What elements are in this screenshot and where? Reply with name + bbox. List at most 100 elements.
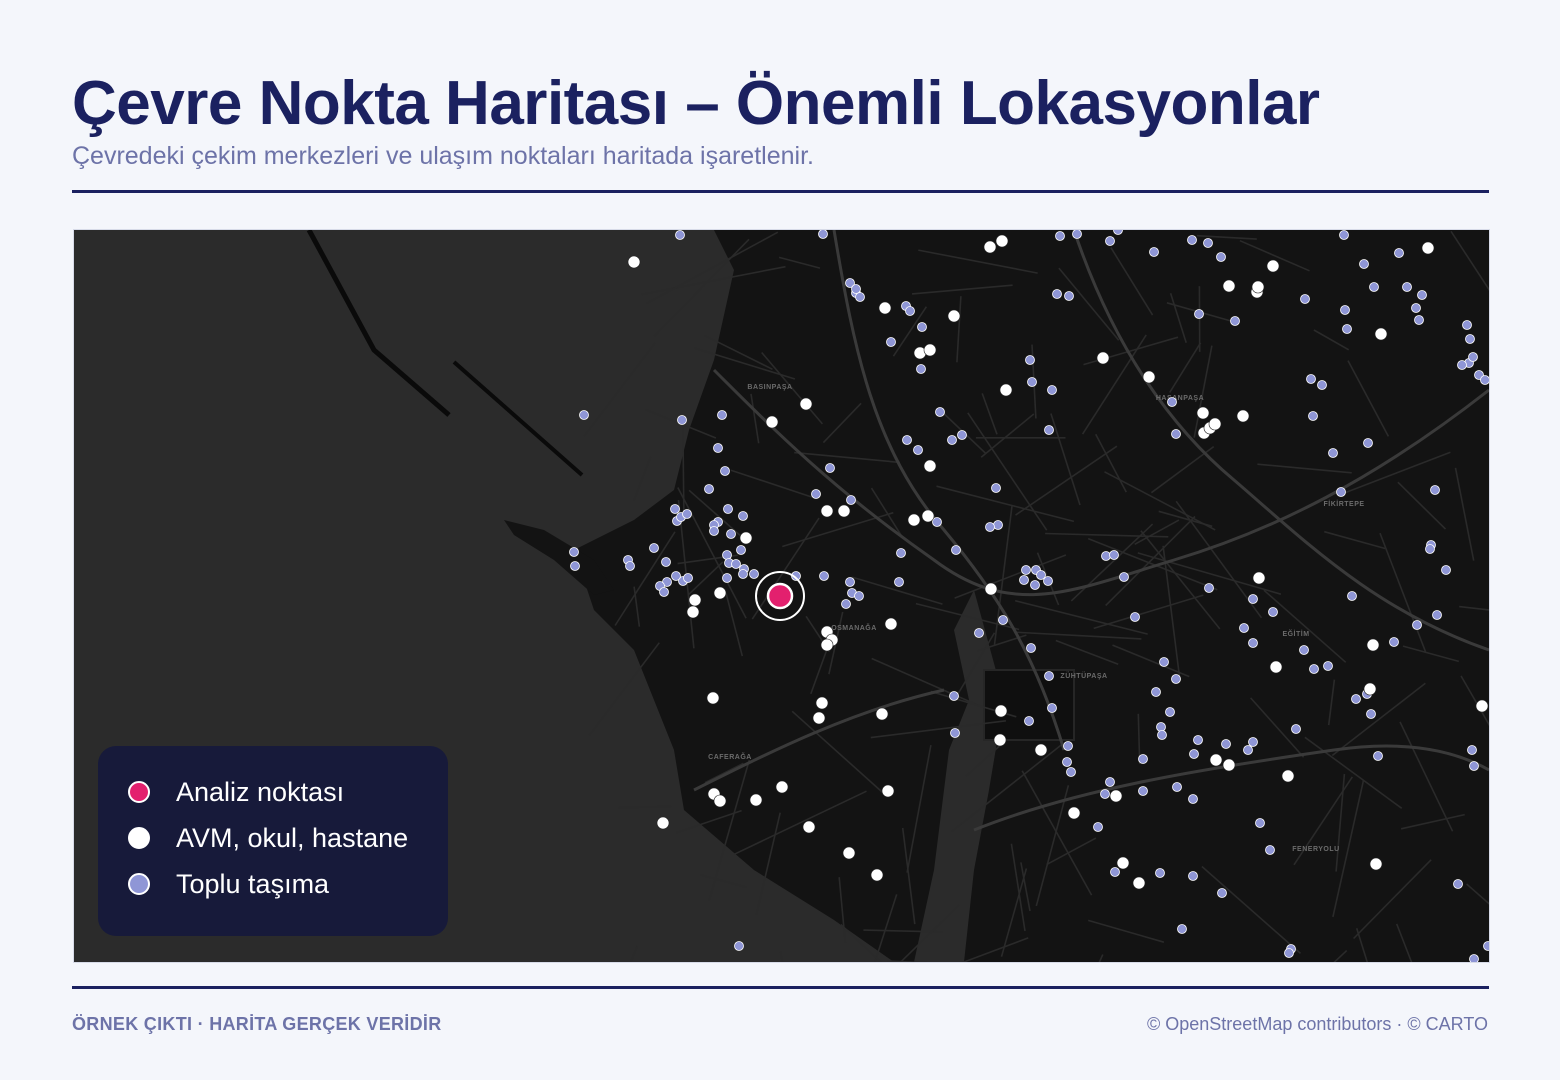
transit-stop-marker[interactable] (1217, 888, 1227, 898)
transit-stop-marker[interactable] (738, 511, 748, 521)
transit-stop-marker[interactable] (1308, 411, 1318, 421)
transit-stop-marker[interactable] (1340, 305, 1350, 315)
poi-marker[interactable] (1251, 280, 1265, 294)
transit-stop-marker[interactable] (1066, 767, 1076, 777)
poi-marker[interactable] (947, 309, 961, 323)
poi-marker[interactable] (923, 459, 937, 473)
transit-stop-marker[interactable] (1265, 845, 1275, 855)
transit-stop-marker[interactable] (1412, 620, 1422, 630)
transit-stop-marker[interactable] (1149, 247, 1159, 257)
poi-marker[interactable] (820, 504, 834, 518)
poi-marker[interactable] (1222, 758, 1236, 772)
transit-stop-marker[interactable] (1216, 252, 1226, 262)
transit-stop-marker[interactable] (1432, 610, 1442, 620)
poi-marker[interactable] (815, 696, 829, 710)
transit-stop-marker[interactable] (1105, 236, 1115, 246)
transit-stop-marker[interactable] (713, 443, 723, 453)
poi-marker[interactable] (999, 383, 1013, 397)
transit-stop-marker[interactable] (886, 337, 896, 347)
poi-marker[interactable] (1363, 682, 1377, 696)
transit-stop-marker[interactable] (1026, 643, 1036, 653)
transit-stop-marker[interactable] (1323, 661, 1333, 671)
transit-stop-marker[interactable] (625, 561, 635, 571)
transit-stop-marker[interactable] (1044, 671, 1054, 681)
transit-stop-marker[interactable] (1342, 324, 1352, 334)
poi-marker[interactable] (812, 711, 826, 725)
transit-stop-marker[interactable] (1167, 397, 1177, 407)
transit-stop-marker[interactable] (1309, 664, 1319, 674)
poi-marker[interactable] (870, 868, 884, 882)
poi-marker[interactable] (799, 397, 813, 411)
poi-marker[interactable] (842, 846, 856, 860)
poi-marker[interactable] (1196, 406, 1210, 420)
poi-marker[interactable] (1252, 571, 1266, 585)
transit-stop-marker[interactable] (950, 728, 960, 738)
transit-stop-marker[interactable] (1467, 745, 1477, 755)
transit-stop-marker[interactable] (1064, 291, 1074, 301)
poi-marker[interactable] (1475, 699, 1489, 713)
transit-stop-marker[interactable] (1130, 612, 1140, 622)
transit-stop-marker[interactable] (1157, 730, 1167, 740)
transit-stop-marker[interactable] (1430, 485, 1440, 495)
transit-stop-marker[interactable] (722, 550, 732, 560)
transit-stop-marker[interactable] (1394, 248, 1404, 258)
poi-marker[interactable] (884, 617, 898, 631)
transit-stop-marker[interactable] (896, 548, 906, 558)
transit-stop-marker[interactable] (1101, 551, 1111, 561)
transit-stop-marker[interactable] (670, 504, 680, 514)
transit-stop-marker[interactable] (1188, 794, 1198, 804)
transit-stop-marker[interactable] (1465, 334, 1475, 344)
transit-stop-marker[interactable] (1171, 429, 1181, 439)
transit-stop-marker[interactable] (1414, 315, 1424, 325)
transit-stop-marker[interactable] (1194, 309, 1204, 319)
transit-stop-marker[interactable] (738, 569, 748, 579)
transit-stop-marker[interactable] (951, 545, 961, 555)
poi-marker[interactable] (1369, 857, 1383, 871)
poi-marker[interactable] (713, 586, 727, 600)
transit-stop-marker[interactable] (1284, 948, 1294, 958)
poi-marker[interactable] (878, 301, 892, 315)
poi-marker[interactable] (739, 531, 753, 545)
transit-stop-marker[interactable] (905, 306, 915, 316)
poi-marker[interactable] (1208, 417, 1222, 431)
transit-stop-marker[interactable] (1248, 737, 1258, 747)
transit-stop-marker[interactable] (736, 545, 746, 555)
transit-stop-marker[interactable] (1248, 594, 1258, 604)
transit-stop-marker[interactable] (1155, 868, 1165, 878)
poi-marker[interactable] (1222, 279, 1236, 293)
transit-stop-marker[interactable] (659, 587, 669, 597)
transit-stop-marker[interactable] (720, 466, 730, 476)
transit-stop-marker[interactable] (1328, 448, 1338, 458)
transit-stop-marker[interactable] (1351, 694, 1361, 704)
transit-stop-marker[interactable] (1300, 294, 1310, 304)
poi-marker[interactable] (921, 509, 935, 523)
transit-stop-marker[interactable] (1453, 879, 1463, 889)
transit-stop-marker[interactable] (649, 543, 659, 553)
transit-stop-marker[interactable] (1151, 687, 1161, 697)
transit-stop-marker[interactable] (902, 435, 912, 445)
transit-stop-marker[interactable] (1171, 674, 1181, 684)
poi-marker[interactable] (984, 582, 998, 596)
transit-stop-marker[interactable] (1113, 230, 1123, 235)
transit-stop-marker[interactable] (1177, 924, 1187, 934)
transit-stop-marker[interactable] (723, 504, 733, 514)
transit-stop-marker[interactable] (841, 599, 851, 609)
transit-stop-marker[interactable] (1483, 941, 1490, 951)
transit-stop-marker[interactable] (569, 547, 579, 557)
poi-marker[interactable] (907, 513, 921, 527)
poi-marker[interactable] (627, 255, 641, 269)
poi-marker[interactable] (995, 234, 1009, 248)
poi-marker[interactable] (923, 343, 937, 357)
transit-stop-marker[interactable] (1291, 724, 1301, 734)
transit-stop-marker[interactable] (1480, 375, 1490, 385)
poi-marker[interactable] (686, 605, 700, 619)
poi-marker[interactable] (713, 794, 727, 808)
poi-marker[interactable] (1109, 789, 1123, 803)
transit-stop-marker[interactable] (1025, 355, 1035, 365)
poi-marker[interactable] (1374, 327, 1388, 341)
analysis-point[interactable] (766, 582, 794, 610)
poi-marker[interactable] (1067, 806, 1081, 820)
transit-stop-marker[interactable] (1402, 282, 1412, 292)
transit-stop-marker[interactable] (1299, 645, 1309, 655)
transit-stop-marker[interactable] (1062, 757, 1072, 767)
